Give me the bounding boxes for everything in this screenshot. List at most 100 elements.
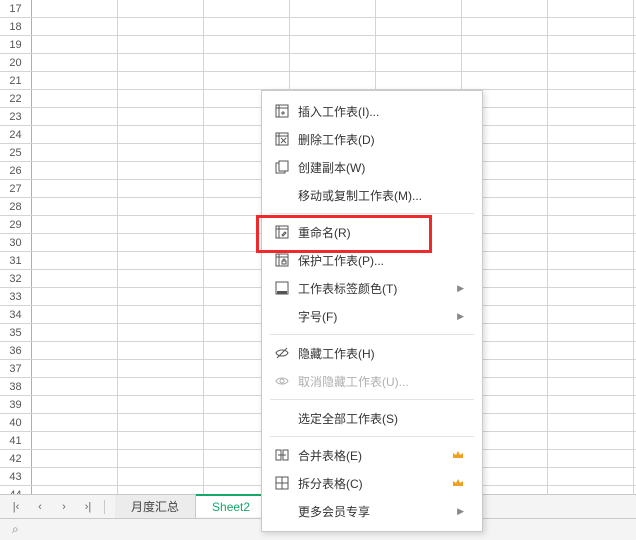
- grid-cell[interactable]: [118, 324, 204, 341]
- grid-cell[interactable]: [548, 108, 634, 125]
- grid-cell[interactable]: [32, 450, 118, 467]
- grid-cell[interactable]: [548, 90, 634, 107]
- row-header[interactable]: 26: [0, 162, 32, 179]
- grid-cell[interactable]: [548, 252, 634, 269]
- grid-cell[interactable]: [32, 162, 118, 179]
- grid-cell[interactable]: [118, 90, 204, 107]
- row-header[interactable]: 41: [0, 432, 32, 449]
- grid-cell[interactable]: [118, 306, 204, 323]
- grid-cell[interactable]: [204, 54, 290, 71]
- row-header[interactable]: 28: [0, 198, 32, 215]
- nav-next-button[interactable]: ›: [54, 498, 74, 516]
- grid-cell[interactable]: [32, 0, 118, 17]
- grid-cell[interactable]: [376, 36, 462, 53]
- grid-cell[interactable]: [548, 0, 634, 17]
- grid-cell[interactable]: [462, 0, 548, 17]
- grid-cell[interactable]: [290, 36, 376, 53]
- grid-cell[interactable]: [32, 414, 118, 431]
- ctx-protect-sheet[interactable]: 保护工作表(P)...: [262, 246, 482, 274]
- ctx-hide-sheet[interactable]: 隐藏工作表(H): [262, 339, 482, 367]
- grid-cell[interactable]: [290, 0, 376, 17]
- grid-cell[interactable]: [462, 72, 548, 89]
- grid-cell[interactable]: [548, 18, 634, 35]
- grid-cell[interactable]: [118, 108, 204, 125]
- row-header[interactable]: 34: [0, 306, 32, 323]
- grid-cell[interactable]: [548, 432, 634, 449]
- grid-cell[interactable]: [32, 126, 118, 143]
- row-header[interactable]: 17: [0, 0, 32, 17]
- row-header[interactable]: 23: [0, 108, 32, 125]
- ctx-tab-color[interactable]: 工作表标签颜色(T) ▶: [262, 274, 482, 302]
- grid-cell[interactable]: [462, 18, 548, 35]
- sheet-tab[interactable]: Sheet2: [196, 494, 267, 517]
- row-header[interactable]: 22: [0, 90, 32, 107]
- grid-cell[interactable]: [118, 468, 204, 485]
- nav-first-button[interactable]: |‹: [6, 498, 26, 516]
- row-header[interactable]: 19: [0, 36, 32, 53]
- grid-cell[interactable]: [32, 324, 118, 341]
- grid-cell[interactable]: [32, 288, 118, 305]
- grid-cell[interactable]: [290, 54, 376, 71]
- ctx-merge-sheets[interactable]: 合并表格(E): [262, 441, 482, 469]
- grid-cell[interactable]: [118, 18, 204, 35]
- grid-cell[interactable]: [548, 180, 634, 197]
- row-header[interactable]: 43: [0, 468, 32, 485]
- row-header[interactable]: 42: [0, 450, 32, 467]
- grid-cell[interactable]: [548, 162, 634, 179]
- ctx-duplicate-sheet[interactable]: 创建副本(W): [262, 153, 482, 181]
- grid-cell[interactable]: [32, 90, 118, 107]
- grid-cell[interactable]: [32, 18, 118, 35]
- row-header[interactable]: 29: [0, 216, 32, 233]
- grid-cell[interactable]: [548, 54, 634, 71]
- nav-prev-button[interactable]: ‹: [30, 498, 50, 516]
- grid-cell[interactable]: [118, 378, 204, 395]
- grid-cell[interactable]: [118, 234, 204, 251]
- ctx-delete-sheet[interactable]: 删除工作表(D): [262, 125, 482, 153]
- grid-cell[interactable]: [32, 306, 118, 323]
- grid-cell[interactable]: [32, 432, 118, 449]
- row-header[interactable]: 35: [0, 324, 32, 341]
- grid-cell[interactable]: [32, 72, 118, 89]
- grid-cell[interactable]: [32, 216, 118, 233]
- row-header[interactable]: 18: [0, 18, 32, 35]
- row-header[interactable]: 31: [0, 252, 32, 269]
- row-header[interactable]: 37: [0, 360, 32, 377]
- nav-last-button[interactable]: ›|: [78, 498, 98, 516]
- ctx-move-copy-sheet[interactable]: 移动或复制工作表(M)...: [262, 181, 482, 209]
- grid-cell[interactable]: [118, 432, 204, 449]
- grid-cell[interactable]: [376, 0, 462, 17]
- ctx-font-size[interactable]: 字号(F) ▶: [262, 302, 482, 330]
- grid-cell[interactable]: [32, 378, 118, 395]
- grid-cell[interactable]: [376, 18, 462, 35]
- grid-cell[interactable]: [118, 270, 204, 287]
- row-header[interactable]: 39: [0, 396, 32, 413]
- grid-cell[interactable]: [32, 180, 118, 197]
- grid-cell[interactable]: [462, 36, 548, 53]
- grid-cell[interactable]: [548, 324, 634, 341]
- grid-cell[interactable]: [118, 54, 204, 71]
- grid-cell[interactable]: [32, 360, 118, 377]
- ctx-rename-sheet[interactable]: 重命名(R): [262, 218, 482, 246]
- grid-cell[interactable]: [118, 180, 204, 197]
- grid-cell[interactable]: [548, 414, 634, 431]
- grid-cell[interactable]: [548, 450, 634, 467]
- grid-cell[interactable]: [118, 288, 204, 305]
- grid-cell[interactable]: [118, 162, 204, 179]
- row-header[interactable]: 24: [0, 126, 32, 143]
- grid-cell[interactable]: [32, 270, 118, 287]
- ctx-insert-sheet[interactable]: 插入工作表(I)...: [262, 97, 482, 125]
- ctx-split-sheet[interactable]: 拆分表格(C): [262, 469, 482, 497]
- grid-cell[interactable]: [118, 216, 204, 233]
- grid-cell[interactable]: [32, 36, 118, 53]
- grid-cell[interactable]: [118, 144, 204, 161]
- row-header[interactable]: 38: [0, 378, 32, 395]
- grid-cell[interactable]: [118, 450, 204, 467]
- grid-cell[interactable]: [548, 198, 634, 215]
- row-header[interactable]: 20: [0, 54, 32, 71]
- grid-cell[interactable]: [290, 72, 376, 89]
- grid-cell[interactable]: [118, 252, 204, 269]
- grid-cell[interactable]: [32, 396, 118, 413]
- grid-cell[interactable]: [204, 72, 290, 89]
- grid-cell[interactable]: [32, 54, 118, 71]
- grid-cell[interactable]: [118, 342, 204, 359]
